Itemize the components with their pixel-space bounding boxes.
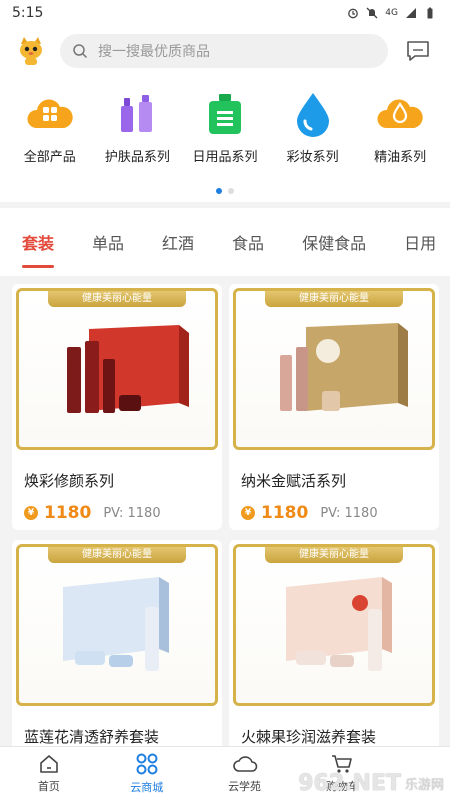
product-ribbon: 健康美丽心能量 [265, 291, 403, 307]
category-label: 彩妆系列 [286, 150, 339, 165]
price-row: ¥ 1180 PV: 1180 [12, 491, 222, 523]
tab-red-wine[interactable]: 红酒 [162, 222, 194, 262]
oil-cloud-icon [376, 90, 424, 138]
product-pv: PV: 1180 [103, 505, 161, 521]
status-icons: 4G [347, 7, 436, 19]
signal-icon [406, 8, 416, 18]
category-carousel: 全部产品 护肤品系列 日用品系列 彩妆系列 精油系列 [0, 76, 450, 202]
product-photo [63, 577, 169, 671]
product-title: 纳米金赋活系列 [241, 472, 347, 490]
category-all-products[interactable]: 全部产品 [6, 90, 94, 165]
battery-icon [427, 7, 433, 19]
status-bar: 5:15 4G [0, 0, 450, 26]
product-image: 健康美丽心能量 [16, 544, 218, 706]
gold-band [236, 447, 432, 450]
message-icon [407, 41, 429, 61]
product-image: 健康美丽心能量 [233, 288, 435, 450]
app-logo[interactable] [14, 34, 48, 68]
price-row: ¥ 1180 PV: 1180 [229, 491, 439, 523]
product-title: 焕彩修颜系列 [24, 472, 115, 490]
gold-band [236, 703, 432, 706]
alarm-icon [348, 8, 359, 19]
product-card[interactable]: 健康美丽心能量 焕彩修颜系列 ¥ 1180 PV: 1180 [12, 284, 222, 530]
product-image: 健康美丽心能量 [16, 288, 218, 450]
product-card[interactable]: 健康美丽心能量 纳米金赋活系列 ¥ 1180 PV: 1180 [229, 284, 439, 530]
product-price: 1180 [261, 503, 309, 523]
tab-food[interactable]: 食品 [232, 222, 264, 262]
nav-mall[interactable]: 云商城 [98, 747, 196, 800]
product-photo [67, 325, 189, 413]
tab-single-items[interactable]: 单品 [92, 222, 124, 262]
product-title: 蓝莲花清透舒养套装 [24, 728, 160, 746]
category-label: 全部产品 [23, 150, 76, 165]
cat-mascot-icon [20, 37, 42, 65]
mall-icon [136, 753, 158, 775]
category-label: 护肤品系列 [104, 150, 170, 165]
gold-band [19, 703, 215, 706]
search-placeholder: 搜一搜最优质商品 [98, 44, 210, 60]
mute-icon [366, 7, 378, 19]
category-daily-goods[interactable]: 日用品系列 [181, 90, 269, 165]
product-photo [280, 323, 408, 411]
category-essential-oil[interactable]: 精油系列 [356, 90, 444, 165]
category-label: 日用品系列 [192, 150, 258, 165]
coin-icon: ¥ [24, 506, 38, 520]
home-icon [40, 755, 58, 773]
coin-icon: ¥ [241, 506, 255, 520]
nav-label: 首页 [37, 780, 60, 793]
message-button[interactable] [400, 34, 436, 68]
daily-bottle-icon [201, 90, 249, 138]
category-skincare[interactable]: 护肤品系列 [94, 90, 182, 165]
carousel-dots [0, 188, 450, 194]
status-time: 5:15 [12, 5, 44, 21]
category-makeup[interactable]: 彩妆系列 [269, 90, 357, 165]
product-title: 火棘果珍润滋养套装 [241, 728, 377, 746]
watermark-subtext: 乐游网 [404, 778, 444, 793]
water-drop-icon [289, 90, 337, 138]
grid-cloud-icon [26, 90, 74, 138]
product-image: 健康美丽心能量 [233, 544, 435, 706]
nav-label: 云商城 [130, 781, 164, 794]
nav-academy[interactable]: 云学苑 [196, 747, 294, 800]
cloud-icon [232, 756, 257, 772]
product-ribbon: 健康美丽心能量 [265, 547, 403, 563]
product-ribbon: 健康美丽心能量 [48, 547, 186, 563]
product-price: 1180 [44, 503, 92, 523]
cosmetics-bottles-icon [113, 90, 161, 138]
product-pv: PV: 1180 [320, 505, 378, 521]
tab-health-food[interactable]: 保健食品 [302, 222, 366, 262]
site-watermark: 962.NET 乐游网 [298, 771, 444, 796]
carousel-dot[interactable] [216, 188, 222, 194]
product-ribbon: 健康美丽心能量 [48, 291, 186, 307]
product-grid: 健康美丽心能量 焕彩修颜系列 ¥ 1180 PV: 1180 健康美丽心能量 纳… [12, 284, 439, 786]
watermark-text: 962.NET [298, 771, 401, 796]
carousel-dot[interactable] [228, 188, 234, 194]
search-icon [73, 44, 88, 59]
network-type: 4G [385, 8, 398, 18]
tab-daily[interactable]: 日用 [404, 222, 436, 262]
nav-home[interactable]: 首页 [0, 747, 98, 800]
header: 搜一搜最优质商品 [0, 26, 450, 76]
nav-label: 云学苑 [228, 780, 262, 793]
product-tabs: 套装 单品 红酒 食品 保健食品 日用 [0, 208, 450, 276]
product-photo [286, 577, 392, 671]
category-label: 精油系列 [374, 150, 427, 165]
search-bar[interactable]: 搜一搜最优质商品 [60, 34, 388, 68]
gold-band [19, 447, 215, 450]
tab-sets[interactable]: 套装 [22, 222, 55, 268]
